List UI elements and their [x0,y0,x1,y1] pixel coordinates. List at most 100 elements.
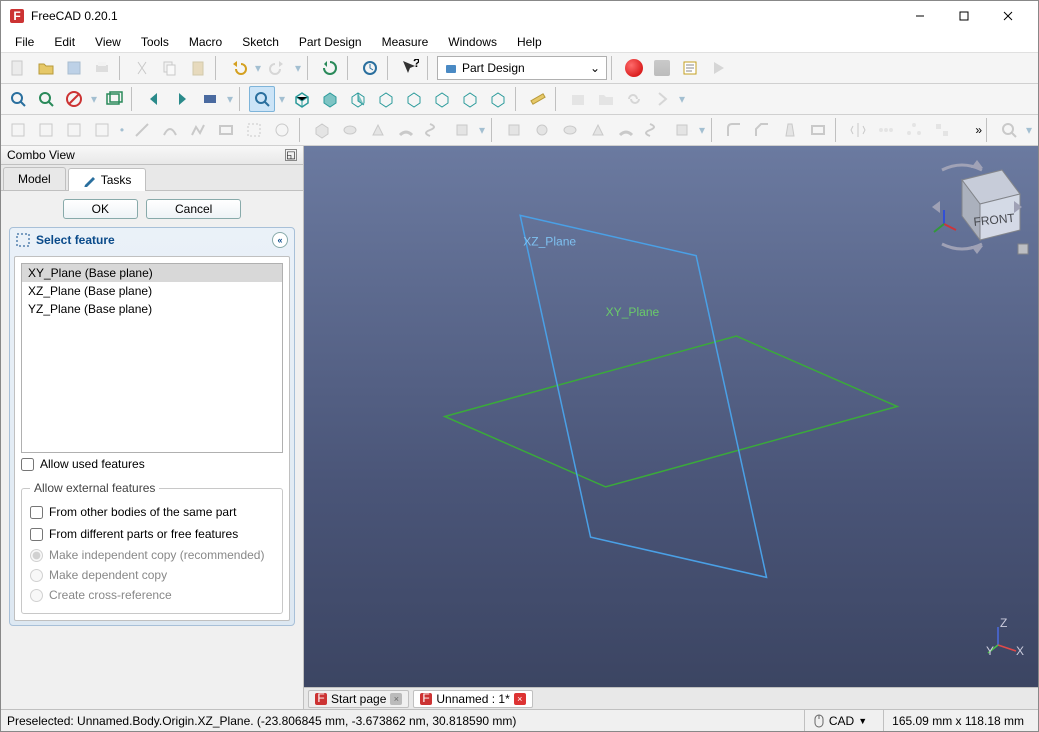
measure-dropdown-icon[interactable]: ▾ [1024,117,1034,143]
nav-left-icon[interactable] [141,86,167,112]
sweep-icon[interactable] [393,117,419,143]
menu-sketch[interactable]: Sketch [232,33,289,51]
menu-view[interactable]: View [85,33,131,51]
close-tab-icon[interactable]: × [390,693,402,705]
feature-list[interactable]: XY_Plane (Base plane) XZ_Plane (Base pla… [21,263,283,453]
menu-windows[interactable]: Windows [438,33,507,51]
sketch-arc-icon[interactable] [157,117,183,143]
menu-macro[interactable]: Macro [179,33,232,51]
draw-style-icon[interactable] [61,86,87,112]
menu-tools[interactable]: Tools [131,33,179,51]
measure-icon[interactable] [525,86,551,112]
macro-record-icon[interactable] [621,55,647,81]
part-icon[interactable] [565,86,591,112]
navigation-cube[interactable]: FRONT [922,152,1032,262]
macro-stop-icon[interactable] [649,55,675,81]
collapse-panel-icon[interactable]: « [272,232,288,248]
link-actions-icon[interactable] [649,86,675,112]
dock-float-icon[interactable]: ◱ [285,149,297,161]
cancel-button[interactable]: Cancel [146,199,241,219]
subtractive-dropdown-icon[interactable]: ▾ [697,117,707,143]
close-tab-icon[interactable]: × [514,693,526,705]
sketch-polyline-icon[interactable] [185,117,211,143]
external-geom-icon[interactable] [269,117,295,143]
menu-part-design[interactable]: Part Design [289,33,372,51]
subtractive-sweep-icon[interactable] [613,117,639,143]
edit-sketch-icon[interactable] [33,117,59,143]
tab-tasks[interactable]: Tasks [68,168,147,191]
view-left-icon[interactable] [429,86,455,112]
save-icon[interactable] [61,55,87,81]
chamfer-icon[interactable] [749,117,775,143]
subtractive-box-icon[interactable] [669,117,695,143]
nav-right-icon[interactable] [169,86,195,112]
menu-help[interactable]: Help [507,33,552,51]
loft-icon[interactable] [365,117,391,143]
iso-dropdown-icon[interactable]: ▾ [277,86,287,112]
undo-dropdown-icon[interactable]: ▾ [253,55,263,81]
fillet-icon[interactable] [721,117,747,143]
multitransform-icon[interactable] [929,117,955,143]
view-rotate-left-icon[interactable] [457,86,483,112]
hole-icon[interactable] [529,117,555,143]
cut-icon[interactable] [129,55,155,81]
groove-icon[interactable] [557,117,583,143]
view-rear-icon[interactable] [373,86,399,112]
ok-button[interactable]: OK [63,199,138,219]
mirror-icon[interactable] [845,117,871,143]
view-3d[interactable]: XY_Plane XZ_Plane FRONT [304,146,1038,687]
sketch-line-icon[interactable] [129,117,155,143]
print-icon[interactable] [89,55,115,81]
view-front-icon[interactable] [289,86,315,112]
additive-dropdown-icon[interactable]: ▾ [477,117,487,143]
pocket-icon[interactable] [501,117,527,143]
minimize-button[interactable] [898,1,942,31]
view-rotate-right-icon[interactable] [485,86,511,112]
redo-icon[interactable] [265,55,291,81]
thickness-icon[interactable] [805,117,831,143]
link-actions-dropdown-icon[interactable]: ▾ [677,86,687,112]
redo-dropdown-icon[interactable]: ▾ [293,55,303,81]
isometric-view-icon[interactable] [249,86,275,112]
maximize-button[interactable] [942,1,986,31]
revolution-icon[interactable] [337,117,363,143]
refresh-icon[interactable] [317,55,343,81]
workbench-selector[interactable]: Part Design ⌄ [437,56,607,80]
draft-icon[interactable] [777,117,803,143]
helix-icon[interactable] [421,117,447,143]
subtractive-helix-icon[interactable] [641,117,667,143]
view-right-icon[interactable] [345,86,371,112]
measure-linear-icon[interactable] [996,117,1022,143]
link-icon[interactable] [621,86,647,112]
sketch-icon[interactable] [5,117,31,143]
bounding-box-icon[interactable] [101,86,127,112]
menu-edit[interactable]: Edit [44,33,85,51]
toggle-construction-icon[interactable] [241,117,267,143]
doc-tab-start[interactable]: F Start page × [308,690,409,708]
sketch-geom-dot-icon[interactable]: • [117,117,127,143]
view-top-icon[interactable] [317,86,343,112]
pad-icon[interactable] [309,117,335,143]
feature-item-xz[interactable]: XZ_Plane (Base plane) [22,282,282,300]
sketch-rect-icon[interactable] [213,117,239,143]
feature-item-yz[interactable]: YZ_Plane (Base plane) [22,300,282,318]
validate-sketch-icon[interactable] [89,117,115,143]
map-sketch-icon[interactable] [61,117,87,143]
linear-pattern-icon[interactable] [873,117,899,143]
recompute-icon[interactable] [357,55,383,81]
copy-icon[interactable] [157,55,183,81]
macro-edit-icon[interactable] [677,55,703,81]
menu-file[interactable]: File [5,33,44,51]
from-different-parts-checkbox[interactable]: From different parts or free features [30,523,274,545]
fit-all-icon[interactable] [5,86,31,112]
nav-style-selector[interactable]: CAD ▼ [804,710,875,731]
feature-item-xy[interactable]: XY_Plane (Base plane) [22,264,282,282]
subtractive-loft-icon[interactable] [585,117,611,143]
undo-icon[interactable] [225,55,251,81]
draw-style-dropdown-icon[interactable]: ▾ [89,86,99,112]
polar-pattern-icon[interactable] [901,117,927,143]
doc-tab-unnamed[interactable]: F Unnamed : 1* × [413,690,532,708]
paste-icon[interactable] [185,55,211,81]
from-other-bodies-checkbox[interactable]: From other bodies of the same part [30,501,274,523]
link-nav-icon[interactable] [197,86,223,112]
